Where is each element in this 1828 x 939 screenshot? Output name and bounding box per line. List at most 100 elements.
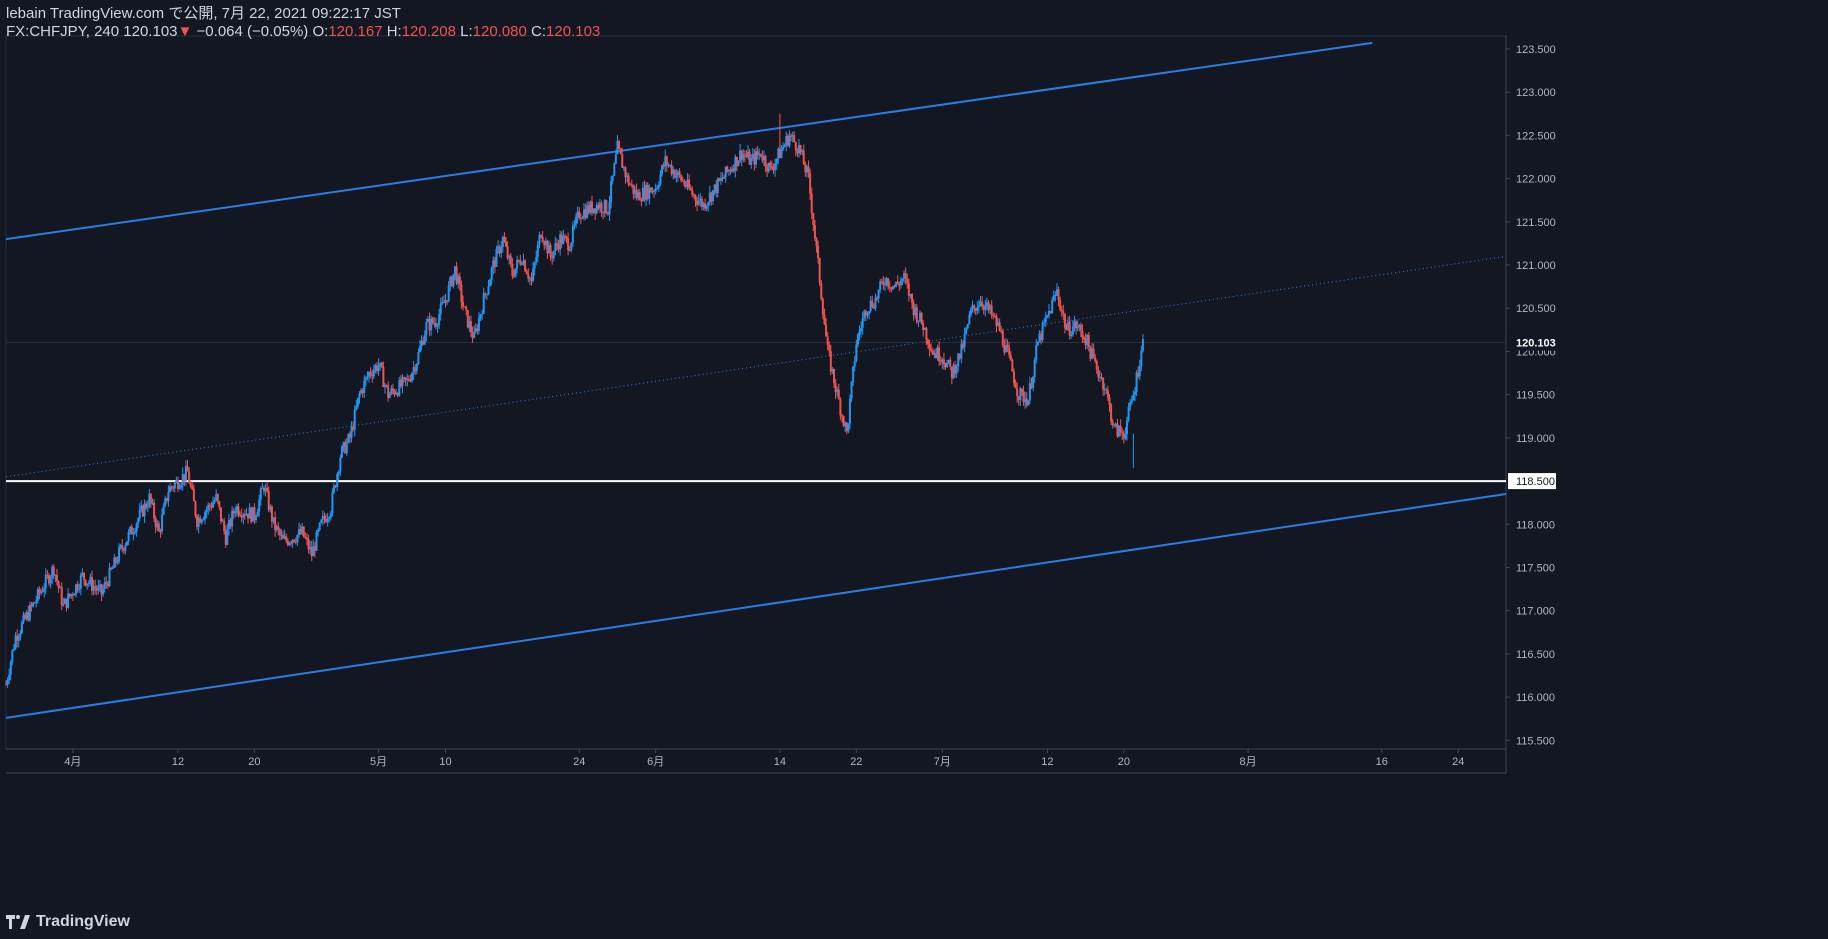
candle-body [793,135,796,143]
candle-body [328,517,331,519]
candle-body [419,346,422,352]
candle-body [102,588,105,595]
candle-body [49,577,52,584]
candle-body [55,574,58,582]
candle-body [578,211,581,219]
candle-body [484,293,487,295]
candle-body [848,398,851,424]
candle-body [485,294,488,296]
candle-body [868,311,871,314]
candle-body [1087,335,1090,347]
candle-body [438,314,441,326]
candle-body [218,501,221,508]
candle-body [1119,425,1122,433]
close-label: C: [531,23,547,40]
candle-body [1092,348,1095,357]
candle-body [823,314,826,325]
candle-body [509,255,512,264]
candle-body [188,471,191,484]
candle-body [200,520,203,523]
candle-body [356,397,359,407]
candle-body [382,367,385,388]
candle-body [1111,421,1114,426]
candle-body [401,377,404,387]
candle-body [447,285,450,302]
candle-body [52,566,55,576]
time-tick-label: 12 [1041,756,1053,768]
candle-body [358,393,361,398]
candle-body [573,224,576,226]
candle-body [487,286,490,295]
candle-body [503,237,506,243]
candle-body [520,263,523,265]
candle-body [12,648,15,651]
price-tick-label: 121.000 [1516,260,1556,272]
tradingview-logo[interactable]: TradingView [6,913,130,931]
candle-body [135,523,138,532]
candle-body [1043,322,1046,324]
candle-body [219,507,222,522]
candle-body [79,574,82,589]
candle-body [605,200,608,214]
candle-body [532,268,535,281]
candle-body [436,325,439,327]
price-chart[interactable]: 123.500 123.000 122.500 122.000 121.500 121.0… [0,0,1828,939]
candle-body [581,217,584,219]
candle-body [108,567,111,587]
candle-body [899,280,902,286]
candle-body [1006,344,1009,348]
candle-body [1009,354,1012,360]
candle-body [149,493,152,503]
last-price-label: 120.103 [1516,338,1556,350]
candle-body [237,506,240,515]
candle-body [614,154,617,164]
candle-body [860,327,863,332]
candle-body [1138,366,1141,377]
time-tick-label: 24 [1452,756,1464,768]
candle-body [541,237,544,242]
candle-body [83,572,86,580]
candle-body [825,324,828,337]
open-label: O: [312,23,329,40]
candle-body [505,242,507,247]
candle-body [1076,327,1079,329]
candle-body [162,505,165,515]
candle-body [1008,347,1011,355]
price-tick-label: 123.500 [1516,44,1556,56]
candle-body [157,523,160,532]
candle-body [737,160,740,166]
candle-body [942,359,945,364]
candle-body [44,574,47,589]
candle-body [535,256,538,263]
candle-body [167,492,170,501]
candle-body [562,236,565,244]
candle-body [688,179,691,189]
candle-body [293,539,296,542]
candle-body [1054,294,1057,297]
candle-body [305,538,308,540]
candle-body [226,529,229,545]
price-tick-label: 119.500 [1516,390,1555,402]
price-tick-label: 116.000 [1516,692,1555,704]
plot-area [5,35,1507,750]
candle-body [887,278,890,287]
candle-body [627,175,630,185]
candle-body [743,154,746,156]
candle-body [317,529,320,532]
candle-body [949,359,952,367]
candle-body [946,362,949,368]
candle-body [1108,397,1111,406]
candle-body [105,582,108,584]
candle-body [689,188,692,191]
candle-body [613,163,616,176]
tradingview-logo-icon [6,915,30,929]
candle-body [774,163,777,171]
candle-body [813,225,816,239]
candle-body [973,305,976,309]
candle-body [519,260,522,265]
time-tick-label: 8月 [1239,756,1256,768]
candle-body [94,586,97,589]
candle-body [372,370,375,377]
candle-body [340,446,343,458]
candle-body [853,361,856,367]
